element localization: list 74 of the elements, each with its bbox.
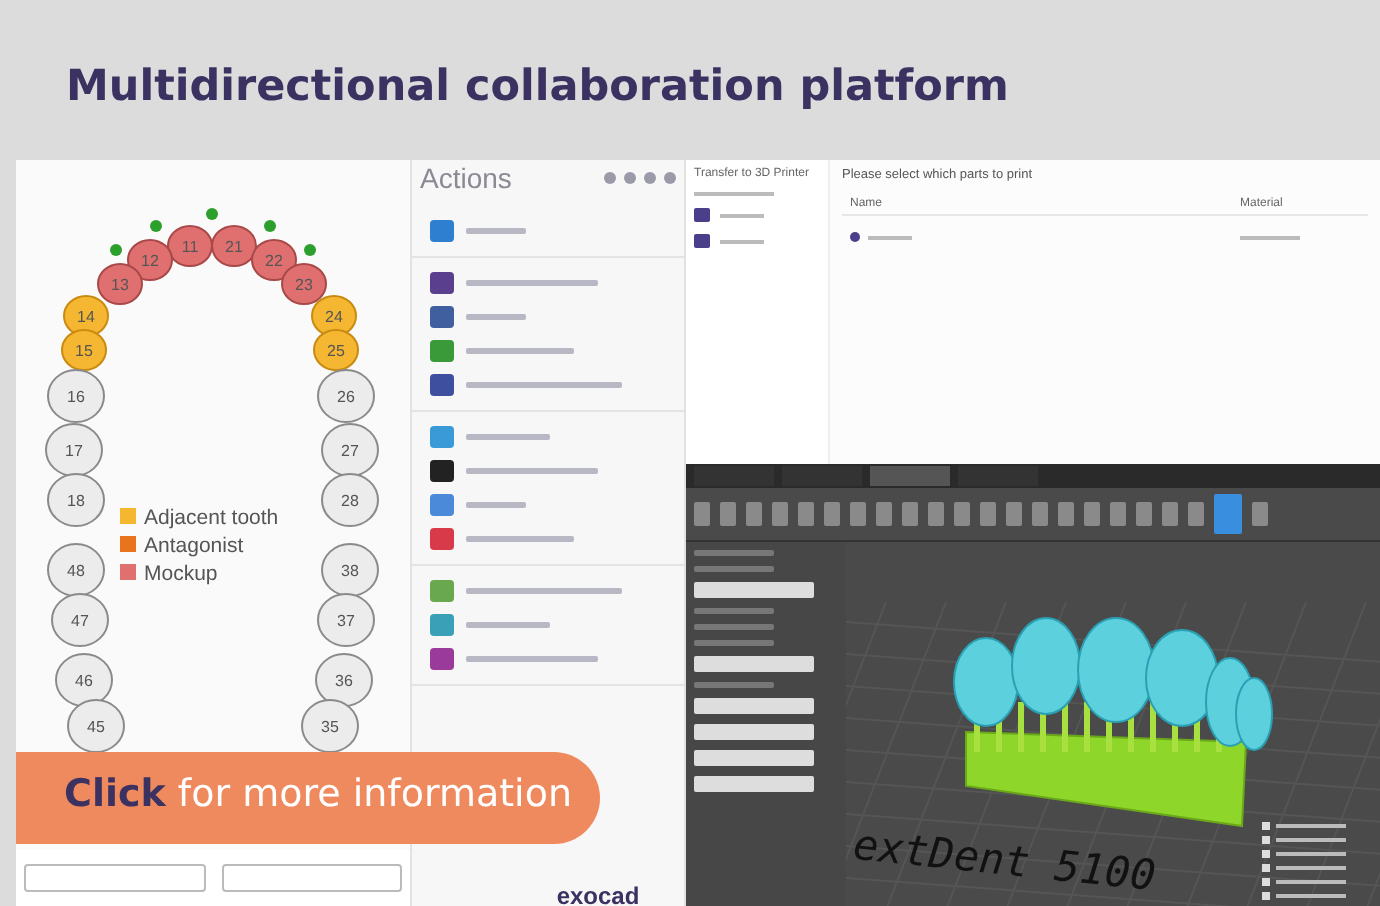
- tool-icon[interactable]: [824, 502, 840, 526]
- tool-icon[interactable]: [1084, 502, 1100, 526]
- dropdown-field[interactable]: [24, 864, 205, 892]
- blurred-label: [466, 502, 526, 508]
- marker-dot: [110, 244, 122, 256]
- window-tab[interactable]: [870, 466, 950, 486]
- blurred-label: [466, 434, 550, 440]
- tool-icon[interactable]: [720, 502, 736, 526]
- tool-icon[interactable]: [1032, 502, 1048, 526]
- tooth: 27: [321, 423, 379, 477]
- blurred-label: [466, 536, 574, 542]
- panel-title: Actions: [420, 162, 512, 194]
- tooth: 35: [301, 699, 359, 753]
- tooth: 46: [55, 653, 113, 707]
- tool-icon[interactable]: [850, 502, 866, 526]
- info-legend: [1262, 822, 1346, 900]
- tooth: 28: [321, 473, 379, 527]
- tool-icon[interactable]: [954, 502, 970, 526]
- tool-icon[interactable]: [1058, 502, 1074, 526]
- tooth: 17: [45, 423, 103, 477]
- logo-text: exocad: [554, 886, 642, 906]
- tool-icon[interactable]: [928, 502, 944, 526]
- marker-dot: [304, 244, 316, 256]
- part-icon: [850, 232, 860, 242]
- tooth: 16: [47, 369, 105, 423]
- blurred-label: [466, 348, 574, 354]
- printer-label: extDent 5100: [851, 820, 1158, 901]
- marker-dot: [150, 220, 162, 232]
- legend-label: Antagonist: [144, 534, 244, 558]
- tooth: 26: [317, 369, 375, 423]
- marker-dot: [206, 208, 218, 220]
- tool-icon[interactable]: [694, 502, 710, 526]
- tool-icon[interactable]: [1006, 502, 1022, 526]
- tooth: 13: [97, 263, 143, 305]
- tool-icon[interactable]: [980, 502, 996, 526]
- tooth: 18: [47, 473, 105, 527]
- more-info-button[interactable]: Click for more information: [16, 752, 600, 844]
- blurred-label: [466, 228, 526, 234]
- tooth: 48: [47, 543, 105, 597]
- blurred-label: [466, 656, 598, 662]
- tooth: 38: [321, 543, 379, 597]
- window-tab[interactable]: [782, 466, 862, 486]
- input-field[interactable]: [221, 864, 402, 892]
- tool-icon[interactable]: [876, 502, 892, 526]
- tool-icon[interactable]: [1162, 502, 1178, 526]
- tooth: 25: [313, 329, 359, 371]
- tooth: 23: [281, 263, 327, 305]
- tooth: 36: [315, 653, 373, 707]
- toolbar-icons[interactable]: [604, 172, 676, 184]
- tool-icon[interactable]: [902, 502, 918, 526]
- tool-icon[interactable]: [798, 502, 814, 526]
- blurred-label: [466, 622, 550, 628]
- window-tab[interactable]: [694, 466, 774, 486]
- tool-icon[interactable]: [1214, 494, 1242, 534]
- tooth: 11: [167, 225, 213, 267]
- tool-icon[interactable]: [1188, 502, 1204, 526]
- tooth: 15: [61, 329, 107, 371]
- tool-icon[interactable]: [1252, 502, 1268, 526]
- tooth: 37: [317, 593, 375, 647]
- marker-dot: [264, 220, 276, 232]
- blurred-label: [466, 468, 598, 474]
- tool-icon[interactable]: [1110, 502, 1126, 526]
- window-tab[interactable]: [958, 466, 1038, 486]
- legend-label: Adjacent tooth: [144, 506, 279, 530]
- tooth: 47: [51, 593, 109, 647]
- tooth: 21: [211, 225, 257, 267]
- tool-icon[interactable]: [1136, 502, 1152, 526]
- card-title: Multidirectional collaboration platform: [64, 60, 1011, 116]
- blurred-label: [466, 314, 526, 320]
- blurred-label: [466, 280, 598, 286]
- tool-icon[interactable]: [772, 502, 788, 526]
- tooth: 45: [67, 699, 125, 753]
- legend-label: Mockup: [144, 562, 218, 586]
- tool-icon[interactable]: [746, 502, 762, 526]
